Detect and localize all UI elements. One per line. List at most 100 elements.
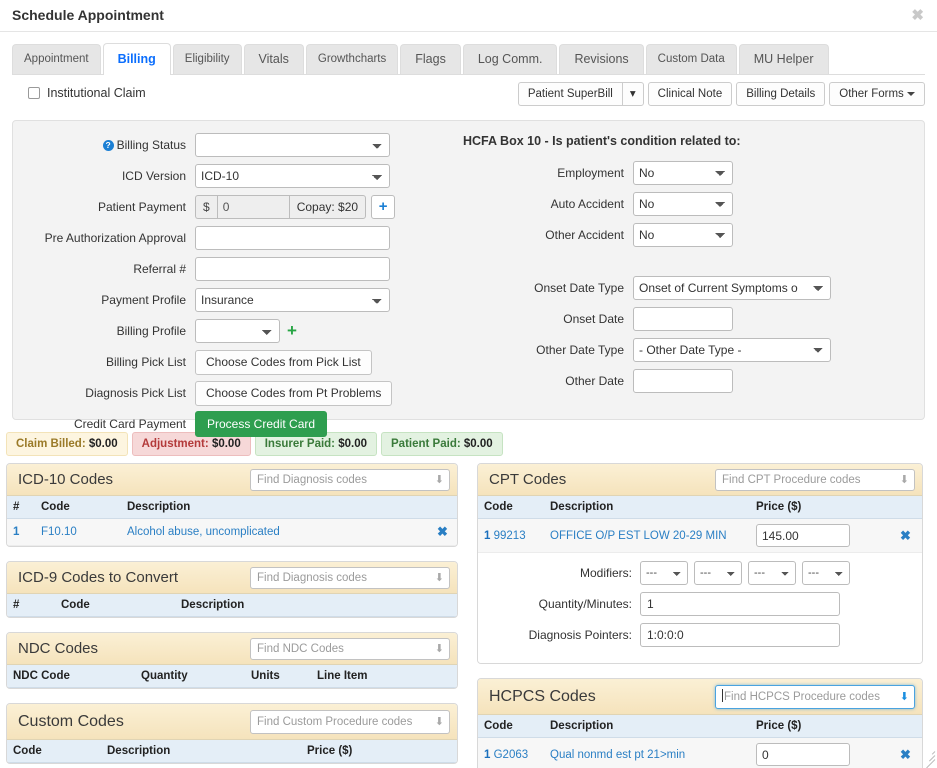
- icd9-search-placeholder: Find Diagnosis codes: [257, 572, 367, 584]
- panel-cpt-header: CPT Codes Find CPT Procedure codes ⬇: [478, 464, 922, 496]
- other-date-type-select[interactable]: - Other Date Type -: [633, 338, 831, 362]
- other-date-input[interactable]: [633, 369, 733, 393]
- download-arrow-icon: ⬇: [435, 711, 444, 733]
- table-row[interactable]: 1 F10.10 Alcohol abuse, uncomplicated ✖: [7, 519, 457, 546]
- cpt-diagnosis-pointers-input[interactable]: [640, 623, 840, 647]
- hcpcs-row-code-cell[interactable]: 1 G2063: [478, 738, 544, 768]
- icd10-search-input[interactable]: Find Diagnosis codes ⬇: [250, 469, 450, 491]
- custom-col-price: Price ($): [301, 740, 457, 763]
- add-payment-icon[interactable]: +: [371, 195, 395, 219]
- cpt-row-code[interactable]: 99213: [494, 530, 526, 542]
- cpt-modifier-3-select[interactable]: ---: [748, 561, 796, 585]
- cpt-row-num: 1: [484, 530, 490, 542]
- cpt-search-input[interactable]: Find CPT Procedure codes ⬇: [715, 469, 915, 491]
- tab-growthcharts[interactable]: Growthcharts: [306, 44, 398, 74]
- billing-details-button[interactable]: Billing Details: [736, 82, 825, 106]
- custom-search-placeholder: Find Custom Procedure codes: [257, 716, 412, 728]
- custom-col-desc: Description: [101, 740, 301, 763]
- tab-revisions[interactable]: Revisions: [559, 44, 643, 74]
- tab-mu-helper[interactable]: MU Helper: [739, 44, 829, 74]
- onset-date-input[interactable]: [633, 307, 733, 331]
- delete-icon[interactable]: ✖: [894, 519, 922, 553]
- tab-log-comm[interactable]: Log Comm.: [463, 44, 558, 74]
- patient-superbill-dropdown-icon[interactable]: ▾: [622, 82, 644, 106]
- patient-superbill-button[interactable]: Patient SuperBill: [518, 82, 622, 106]
- icd10-col-desc: Description: [121, 496, 431, 519]
- custom-search-input[interactable]: Find Custom Procedure codes ⬇: [250, 710, 450, 734]
- institutional-claim-toggle[interactable]: Institutional Claim: [28, 86, 146, 100]
- onset-date-label: Onset Date: [453, 312, 633, 326]
- clinical-note-button[interactable]: Clinical Note: [648, 82, 733, 106]
- cpt-col-code: Code: [478, 496, 544, 519]
- billing-profile-select[interactable]: [195, 319, 280, 343]
- hcpcs-search-input[interactable]: Find HCPCS Procedure codes ⬇: [715, 685, 915, 709]
- cpt-modifier-4-select[interactable]: ---: [802, 561, 850, 585]
- close-icon[interactable]: ✖: [911, 8, 924, 23]
- tab-vitals[interactable]: Vitals: [244, 44, 304, 74]
- panel-hcpcs-title: HCPCS Codes: [489, 688, 596, 706]
- modal-header: Schedule Appointment ✖: [0, 0, 937, 32]
- credit-card-label: Credit Card Payment: [13, 417, 195, 431]
- pre-authorization-input[interactable]: [195, 226, 390, 250]
- panel-icd10-header: ICD-10 Codes Find Diagnosis codes ⬇: [7, 464, 457, 496]
- field-other-accident: Other Accident No: [453, 222, 914, 247]
- custom-col-code: Code: [7, 740, 101, 763]
- cpt-row-code-cell[interactable]: 1 99213: [478, 519, 544, 553]
- institutional-claim-checkbox[interactable]: [28, 87, 40, 99]
- question-circle-icon[interactable]: ?: [103, 140, 114, 151]
- delete-icon[interactable]: ✖: [431, 519, 457, 546]
- cpt-modifier-1-select[interactable]: ---: [640, 561, 688, 585]
- payment-profile-select[interactable]: Insurance: [195, 288, 390, 312]
- patient-payment-input[interactable]: 0: [217, 195, 289, 219]
- ndc-search-input[interactable]: Find NDC Codes ⬇: [250, 638, 450, 660]
- icd10-row-description[interactable]: Alcohol abuse, uncomplicated: [121, 519, 431, 546]
- cpt-modifier-2-select[interactable]: ---: [694, 561, 742, 585]
- page-title: Schedule Appointment: [12, 7, 164, 23]
- cpt-header-row: Code Description Price ($): [478, 496, 922, 519]
- icd9-search-input[interactable]: Find Diagnosis codes ⬇: [250, 567, 450, 589]
- copay-label: Copay: $20: [289, 195, 366, 219]
- tab-billing[interactable]: Billing: [103, 43, 171, 75]
- table-row[interactable]: 1 G2063 Qual nonmd est pt 21>min ✖: [478, 738, 922, 768]
- hcpcs-row-description[interactable]: Qual nonmd est pt 21>min: [544, 738, 750, 768]
- diagnosis-pick-list-label: Diagnosis Pick List: [13, 386, 195, 400]
- employment-select[interactable]: No: [633, 161, 733, 185]
- icd10-table: # Code Description 1 F10.10 Alcohol abus…: [7, 496, 457, 546]
- other-accident-select[interactable]: No: [633, 223, 733, 247]
- icd-version-select[interactable]: ICD-10: [195, 164, 390, 188]
- cpt-quantity-input[interactable]: [640, 592, 840, 616]
- table-row[interactable]: 1 99213 OFFICE O/P EST LOW 20-29 MIN ✖: [478, 519, 922, 553]
- onset-date-type-select[interactable]: Onset of Current Symptoms o: [633, 276, 831, 300]
- billing-profile-label: Billing Profile: [13, 324, 195, 338]
- tab-eligibility[interactable]: Eligibility: [173, 44, 242, 74]
- auto-accident-select[interactable]: No: [633, 192, 733, 216]
- panel-custom-header: Custom Codes Find Custom Procedure codes…: [7, 704, 457, 740]
- field-onset-date-type: Onset Date Type Onset of Current Symptom…: [453, 275, 914, 300]
- ndc-col-line-item: Line Item: [311, 665, 457, 688]
- hcpcs-row-code[interactable]: G2063: [494, 749, 529, 761]
- billing-form-panel: ?Billing Status ICD Version ICD-10 Patie…: [12, 120, 925, 420]
- cpt-modifiers-label: Modifiers:: [488, 566, 640, 580]
- referral-input[interactable]: [195, 257, 390, 281]
- choose-codes-pt-problems-button[interactable]: Choose Codes from Pt Problems: [195, 381, 392, 406]
- icd10-search-placeholder: Find Diagnosis codes: [257, 474, 367, 486]
- field-credit-card: Credit Card Payment Process Credit Card: [13, 412, 413, 436]
- chevron-down-icon: [907, 92, 915, 96]
- choose-codes-pick-list-button[interactable]: Choose Codes from Pick List: [195, 350, 372, 375]
- cpt-price-input[interactable]: [756, 524, 850, 547]
- billing-status-select[interactable]: [195, 133, 390, 157]
- tab-flags[interactable]: Flags: [400, 44, 461, 74]
- ndc-header-row: NDC Code Quantity Units Line Item: [7, 665, 457, 688]
- hcpcs-table: Code Description Price ($) 1 G2063 Qual …: [478, 715, 922, 768]
- process-credit-card-button[interactable]: Process Credit Card: [195, 411, 327, 437]
- tab-custom-data[interactable]: Custom Data: [646, 44, 737, 74]
- delete-icon[interactable]: ✖: [894, 738, 922, 768]
- add-billing-profile-icon[interactable]: +: [287, 322, 297, 340]
- cpt-col-desc: Description: [544, 496, 750, 519]
- resize-handle[interactable]: [922, 748, 936, 762]
- icd10-row-code[interactable]: F10.10: [35, 519, 121, 546]
- tab-appointment[interactable]: Appointment: [12, 44, 101, 74]
- cpt-row-description[interactable]: OFFICE O/P EST LOW 20-29 MIN: [544, 519, 750, 553]
- other-forms-button[interactable]: Other Forms: [829, 82, 925, 106]
- panel-icd9-header: ICD-9 Codes to Convert Find Diagnosis co…: [7, 562, 457, 594]
